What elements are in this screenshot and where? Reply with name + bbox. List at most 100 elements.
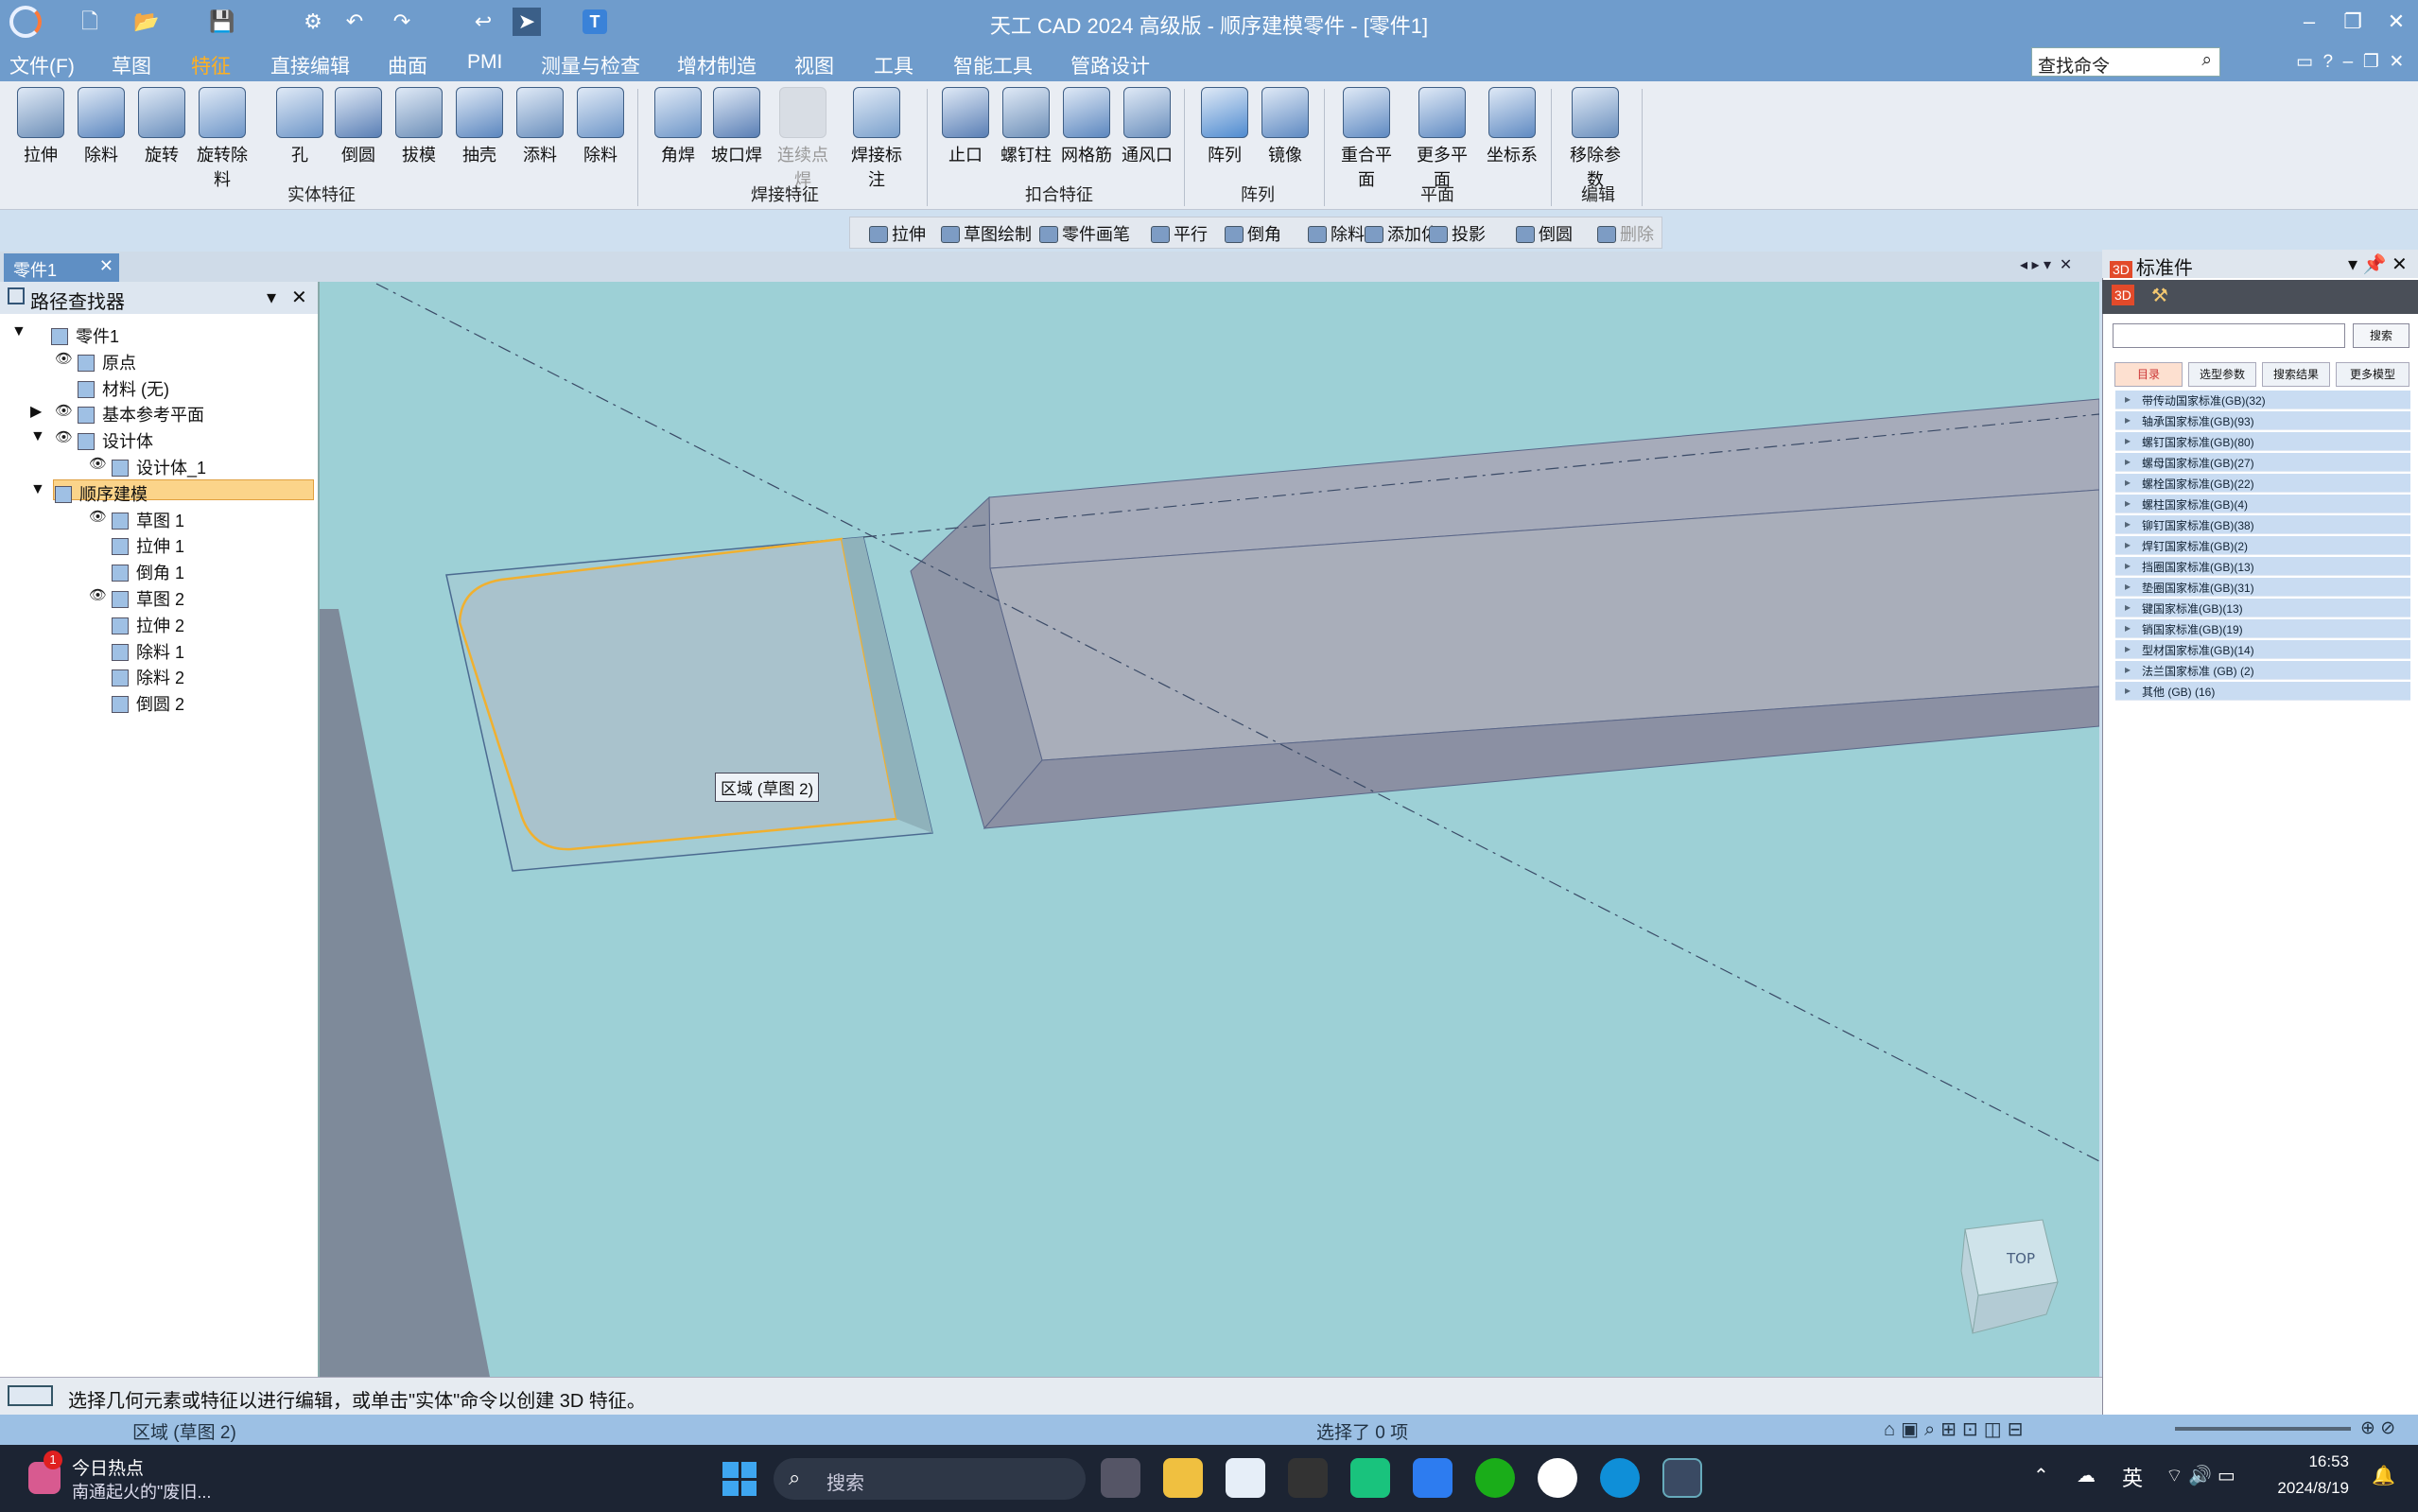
cmd-chamfer[interactable]: 倒角 (1225, 221, 1281, 246)
tree-design-body[interactable]: 设计体 (78, 428, 153, 453)
ribbon-add-material[interactable]: 添料 (511, 87, 569, 166)
tree-extrude-2[interactable]: 拉伸 2 (112, 613, 184, 637)
tree-extrude-1[interactable]: 拉伸 1 (112, 533, 184, 558)
menu-direct-edit[interactable]: 直接编辑 (270, 51, 350, 79)
3d-library-icon[interactable]: 3D (2112, 285, 2134, 305)
region-sketch-2[interactable] (458, 537, 898, 851)
tree-sequential[interactable]: 顺序建模 (55, 481, 148, 506)
visibility-eye-icon[interactable]: 👁 (55, 350, 73, 367)
close-tab-icon[interactable]: ✕ (99, 256, 113, 276)
parts-search-button[interactable]: 搜索 (2353, 323, 2409, 348)
cmd-delete[interactable]: 删除 (1597, 221, 1654, 246)
tab-search-results[interactable]: 搜索结果 (2262, 362, 2330, 387)
ribbon-weld-label[interactable]: 焊接标注 (847, 87, 906, 191)
ribbon-coordinate-system[interactable]: 坐标系 (1483, 87, 1541, 166)
standard-category-item[interactable]: 铆钉国家标准(GB)(38) (2115, 515, 2410, 534)
ribbon-remove-params[interactable]: 移除参数 (1566, 87, 1625, 191)
news-subtitle[interactable]: 南通起火的"废旧... (72, 1479, 211, 1503)
parts-search-input[interactable] (2113, 323, 2345, 348)
cmd-parallel[interactable]: 平行 (1151, 221, 1208, 246)
wechat-icon[interactable] (1475, 1458, 1515, 1498)
panel-close-icon[interactable]: ✕ (291, 286, 307, 309)
cmd-round[interactable]: 倒圆 (1516, 221, 1573, 246)
cmd-extrude[interactable]: 拉伸 (869, 221, 926, 246)
menu-measure[interactable]: 测量与检查 (541, 51, 640, 79)
expand-toggle-icon[interactable]: ▼ (11, 323, 26, 340)
tree-design-body-1[interactable]: 设计体_1 (112, 455, 206, 479)
tree-cutout-1[interactable]: 除料 1 (112, 639, 184, 664)
clock-date[interactable]: 2024/8/19 (2266, 1479, 2349, 1498)
tree-part[interactable]: 零件1 (51, 323, 119, 348)
ribbon-cutout[interactable]: 除料 (72, 87, 130, 166)
visibility-eye-icon[interactable]: 👁 (55, 428, 73, 445)
view-cube[interactable]: TOP (1960, 1219, 2059, 1334)
hammer-icon[interactable]: ⚒ (2151, 284, 2168, 307)
qq-icon[interactable] (1538, 1458, 1577, 1498)
cmd-sketch[interactable]: 草图绘制 (941, 221, 1032, 246)
close-button[interactable]: ✕ (2375, 6, 2417, 38)
standard-category-item[interactable]: 螺柱国家标准(GB)(4) (2115, 495, 2410, 513)
standard-category-item[interactable]: 垫圈国家标准(GB)(31) (2115, 578, 2410, 597)
edge-icon[interactable] (1600, 1458, 1640, 1498)
tiangong-cad-icon[interactable] (1662, 1458, 1702, 1498)
standard-category-item[interactable]: 其他 (GB) (16) (2115, 682, 2410, 701)
clock-time[interactable]: 16:53 (2290, 1452, 2349, 1471)
ribbon-mirror[interactable]: 镜像 (1256, 87, 1314, 166)
ribbon-hole[interactable]: 孔 (270, 87, 329, 166)
zoom-slider[interactable] (2175, 1427, 2351, 1431)
document-tab[interactable]: 零件1 ✕ (4, 253, 119, 282)
menu-view[interactable]: 视图 (794, 51, 834, 79)
app-green-icon[interactable] (1350, 1458, 1390, 1498)
menu-file[interactable]: 文件(F) (9, 51, 75, 79)
start-button[interactable] (722, 1462, 757, 1496)
menu-feature[interactable]: 特征 (191, 51, 231, 84)
3d-viewport[interactable]: TOP 区域 (草图 2) (320, 282, 2099, 1377)
ribbon-remove-material[interactable]: 除料 (571, 87, 630, 166)
zoom-buttons[interactable]: ⊕ ⊘ (2360, 1417, 2395, 1439)
standard-category-item[interactable]: 带传动国家标准(GB)(32) (2115, 391, 2410, 409)
ime-indicator[interactable]: 英 (2122, 1462, 2143, 1492)
menu-additive[interactable]: 增材制造 (677, 51, 757, 79)
visibility-eye-icon[interactable]: 👁 (89, 586, 107, 603)
expand-toggle-icon[interactable]: ▼ (30, 428, 45, 445)
tab-selection-params[interactable]: 选型参数 (2188, 362, 2256, 387)
ribbon-vent[interactable]: 通风口 (1118, 87, 1176, 166)
ribbon-draft[interactable]: 拔模 (390, 87, 448, 166)
ribbon-groove-weld[interactable]: 坡口焊 (707, 87, 766, 166)
ribbon-screw-boss[interactable]: 螺钉柱 (997, 87, 1055, 166)
standard-category-item[interactable]: 螺钉国家标准(GB)(80) (2115, 432, 2410, 451)
minimize-button[interactable]: – (2288, 6, 2330, 38)
visibility-eye-icon[interactable]: 👁 (55, 402, 73, 419)
ribbon-more-planes[interactable]: 更多平面 (1413, 87, 1471, 191)
menu-sketch[interactable]: 草图 (112, 51, 151, 79)
network-volume-battery-icons[interactable]: ⌔ 🔊 ▭ (2166, 1464, 2235, 1487)
menu-surface[interactable]: 曲面 (388, 51, 427, 79)
tray-chevron-icon[interactable]: ⌃ (2033, 1464, 2049, 1487)
standard-category-item[interactable]: 螺母国家标准(GB)(27) (2115, 453, 2410, 472)
ribbon-round[interactable]: 倒圆 (329, 87, 388, 166)
standard-category-item[interactable]: 焊钉国家标准(GB)(2) (2115, 536, 2410, 555)
ribbon-extrude[interactable]: 拉伸 (11, 87, 70, 166)
ribbon-grid-rib[interactable]: 网格筋 (1057, 87, 1116, 166)
expand-toggle-icon[interactable]: ▶ (30, 402, 42, 421)
menu-smart-tools[interactable]: 智能工具 (953, 51, 1033, 79)
file-explorer-icon[interactable] (1163, 1458, 1203, 1498)
visibility-eye-icon[interactable]: 👁 (89, 508, 107, 525)
help-icons[interactable]: ▭ ? – ❐ ✕ (2296, 51, 2404, 73)
standard-category-item[interactable]: 挡圈国家标准(GB)(13) (2115, 557, 2410, 576)
tab-more-models[interactable]: 更多模型 (2336, 362, 2409, 387)
tree-round-2[interactable]: 倒圆 2 (112, 691, 184, 716)
ribbon-fillet-weld[interactable]: 角焊 (649, 87, 707, 166)
tab-nav-icons[interactable]: ◂ ▸ ▾ ✕ (2020, 255, 2072, 274)
tray-cloud-icon[interactable]: ☁ (2077, 1464, 2096, 1487)
app-cube-icon[interactable] (1288, 1458, 1328, 1498)
tree-sketch-1[interactable]: 草图 1 (112, 508, 184, 532)
tree-base-planes[interactable]: 基本参考平面 (78, 402, 204, 426)
cmd-project[interactable]: 投影 (1429, 221, 1486, 246)
ribbon-revolve-cut[interactable]: 旋转除料 (193, 87, 252, 191)
menu-piping[interactable]: 管路设计 (1070, 51, 1150, 79)
ribbon-revolve[interactable]: 旋转 (132, 87, 191, 166)
store-icon[interactable] (1226, 1458, 1265, 1498)
panel-menu-icon[interactable]: ▾ (267, 286, 276, 309)
tree-material[interactable]: 材料 (无) (78, 376, 169, 401)
